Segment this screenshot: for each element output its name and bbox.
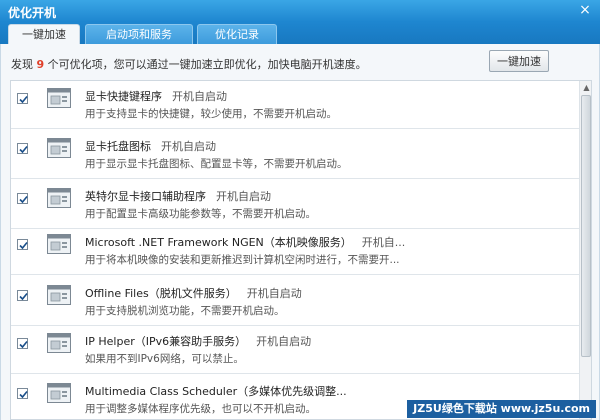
list-item[interactable]: Offline Files（脱机文件服务） 开机自启动用于支持脱机浏览功能，不需要…: [11, 278, 579, 326]
item-status: 开机自启动: [172, 90, 227, 103]
title-bar: 优化开机 ×: [0, 0, 600, 22]
window-title: 优化开机: [8, 6, 57, 20]
item-title: IP Helper（IPv6兼容助手服务）: [85, 335, 247, 348]
scroll-thumb[interactable]: [581, 95, 591, 357]
item-name: 显卡快捷键程序 开机自启动: [85, 88, 227, 104]
item-status: 开机自启动: [256, 335, 312, 348]
item-title: Multimedia Class Scheduler（多媒体优先级调整...: [85, 385, 347, 398]
item-name: Microsoft .NET Framework NGEN（本机映像服务） 开机自…: [85, 234, 405, 250]
item-name: Offline Files（脱机文件服务） 开机自启动: [85, 285, 302, 301]
tab-startup-and-services[interactable]: 启动项和服务: [85, 24, 193, 44]
summary-suffix: 个可优化项，您可以通过一键加速立即优化，加快电脑开机速度。: [44, 58, 367, 71]
close-icon[interactable]: ×: [576, 2, 594, 19]
item-title: 英特尔显卡接口辅助程序: [85, 190, 206, 203]
item-status: 开机自启动: [246, 287, 302, 300]
summary-text: 发现 9 个可优化项，您可以通过一键加速立即优化，加快电脑开机速度。: [11, 56, 367, 72]
optimizable-count: 9: [36, 58, 45, 71]
item-description: 用于配置显卡高级功能参数等，不需要开机启动。: [85, 208, 316, 220]
item-title: 显卡快捷键程序: [85, 90, 162, 103]
item-status: 开机自启动: [216, 190, 271, 203]
program-window-icon: [47, 234, 71, 254]
item-title: 显卡托盘图标: [85, 140, 151, 153]
item-status: 开机自启动: [161, 140, 216, 153]
tab-one-click-accelerate[interactable]: 一键加速: [8, 24, 80, 45]
item-checkbox[interactable]: [17, 290, 28, 301]
item-checkbox[interactable]: [17, 338, 28, 349]
item-title: Offline Files（脱机文件服务）: [85, 287, 237, 300]
list-item[interactable]: 英特尔显卡接口辅助程序 开机自启动用于配置显卡高级功能参数等，不需要开机启动。: [11, 181, 579, 229]
item-description: 用于显示显卡托盘图标、配置显卡等，不需要开机启动。: [85, 158, 348, 170]
scroll-up-arrow-icon[interactable]: ▲: [580, 81, 591, 94]
program-window-icon: [47, 138, 71, 158]
item-description: 如果用不到IPv6网络，可以禁止。: [85, 353, 244, 365]
program-window-icon: [47, 333, 71, 353]
startup-item-list: 显卡快捷键程序 开机自启动 用于支持显卡的快捷键，较少使用，不需要开机启动。 显卡托盘…: [10, 80, 592, 420]
list-item[interactable]: 显卡快捷键程序 开机自启动用于支持显卡的快捷键，较少使用，不需要开机启动。: [11, 81, 579, 129]
item-description: 用于调整多媒体程序优先级，也可以不开机启动。: [85, 403, 316, 415]
item-name: 显卡托盘图标 开机自启动: [85, 138, 216, 154]
summary-prefix: 发现: [11, 58, 37, 71]
program-window-icon: [47, 188, 71, 208]
list-item[interactable]: IP Helper（IPv6兼容助手服务） 开机自启动 如果用不到IPv6网络，可以…: [11, 326, 579, 374]
item-checkbox[interactable]: [17, 93, 28, 104]
item-description: 用于支持显卡的快捷键，较少使用，不需要开机启动。: [85, 108, 337, 120]
item-status: 开机自...: [361, 236, 406, 249]
main-panel: 发现 9 个可优化项，您可以通过一键加速立即优化，加快电脑开机速度。 一键加速 …: [0, 44, 600, 420]
list-item[interactable]: 显卡托盘图标 开机自启动用于显示显卡托盘图标、配置显卡等，不需要开机启动。: [11, 131, 579, 179]
item-name: 英特尔显卡接口辅助程序 开机自启动: [85, 188, 271, 204]
item-name: IP Helper（IPv6兼容助手服务） 开机自启动: [85, 333, 311, 349]
item-checkbox[interactable]: [17, 143, 28, 154]
item-description: 用于将本机映像的安装和更新推迟到计算机空闲时进行，不需要开...: [85, 254, 400, 266]
program-window-icon: [47, 88, 71, 108]
item-description: 用于支持脱机浏览功能，不需要开机启动。: [85, 305, 285, 317]
tab-optimization-history[interactable]: 优化记录: [197, 24, 277, 44]
scrollbar[interactable]: ▲: [579, 81, 591, 419]
item-title: Microsoft .NET Framework NGEN（本机映像服务）: [85, 236, 352, 249]
item-checkbox[interactable]: [17, 388, 28, 399]
item-checkbox[interactable]: [17, 193, 28, 204]
list-item[interactable]: Microsoft .NET Framework NGEN（本机映像服务） 开机自…: [11, 227, 579, 275]
tab-bar: 一键加速 启动项和服务 优化记录: [0, 22, 600, 45]
one-click-accelerate-button[interactable]: 一键加速: [489, 50, 549, 72]
item-checkbox[interactable]: [17, 239, 28, 250]
program-window-icon: [47, 285, 71, 305]
watermark: JZ5U绿色下载站 www.jz5u.com: [407, 400, 596, 418]
item-name: Multimedia Class Scheduler（多媒体优先级调整...: [85, 383, 357, 399]
program-window-icon: [47, 383, 71, 403]
